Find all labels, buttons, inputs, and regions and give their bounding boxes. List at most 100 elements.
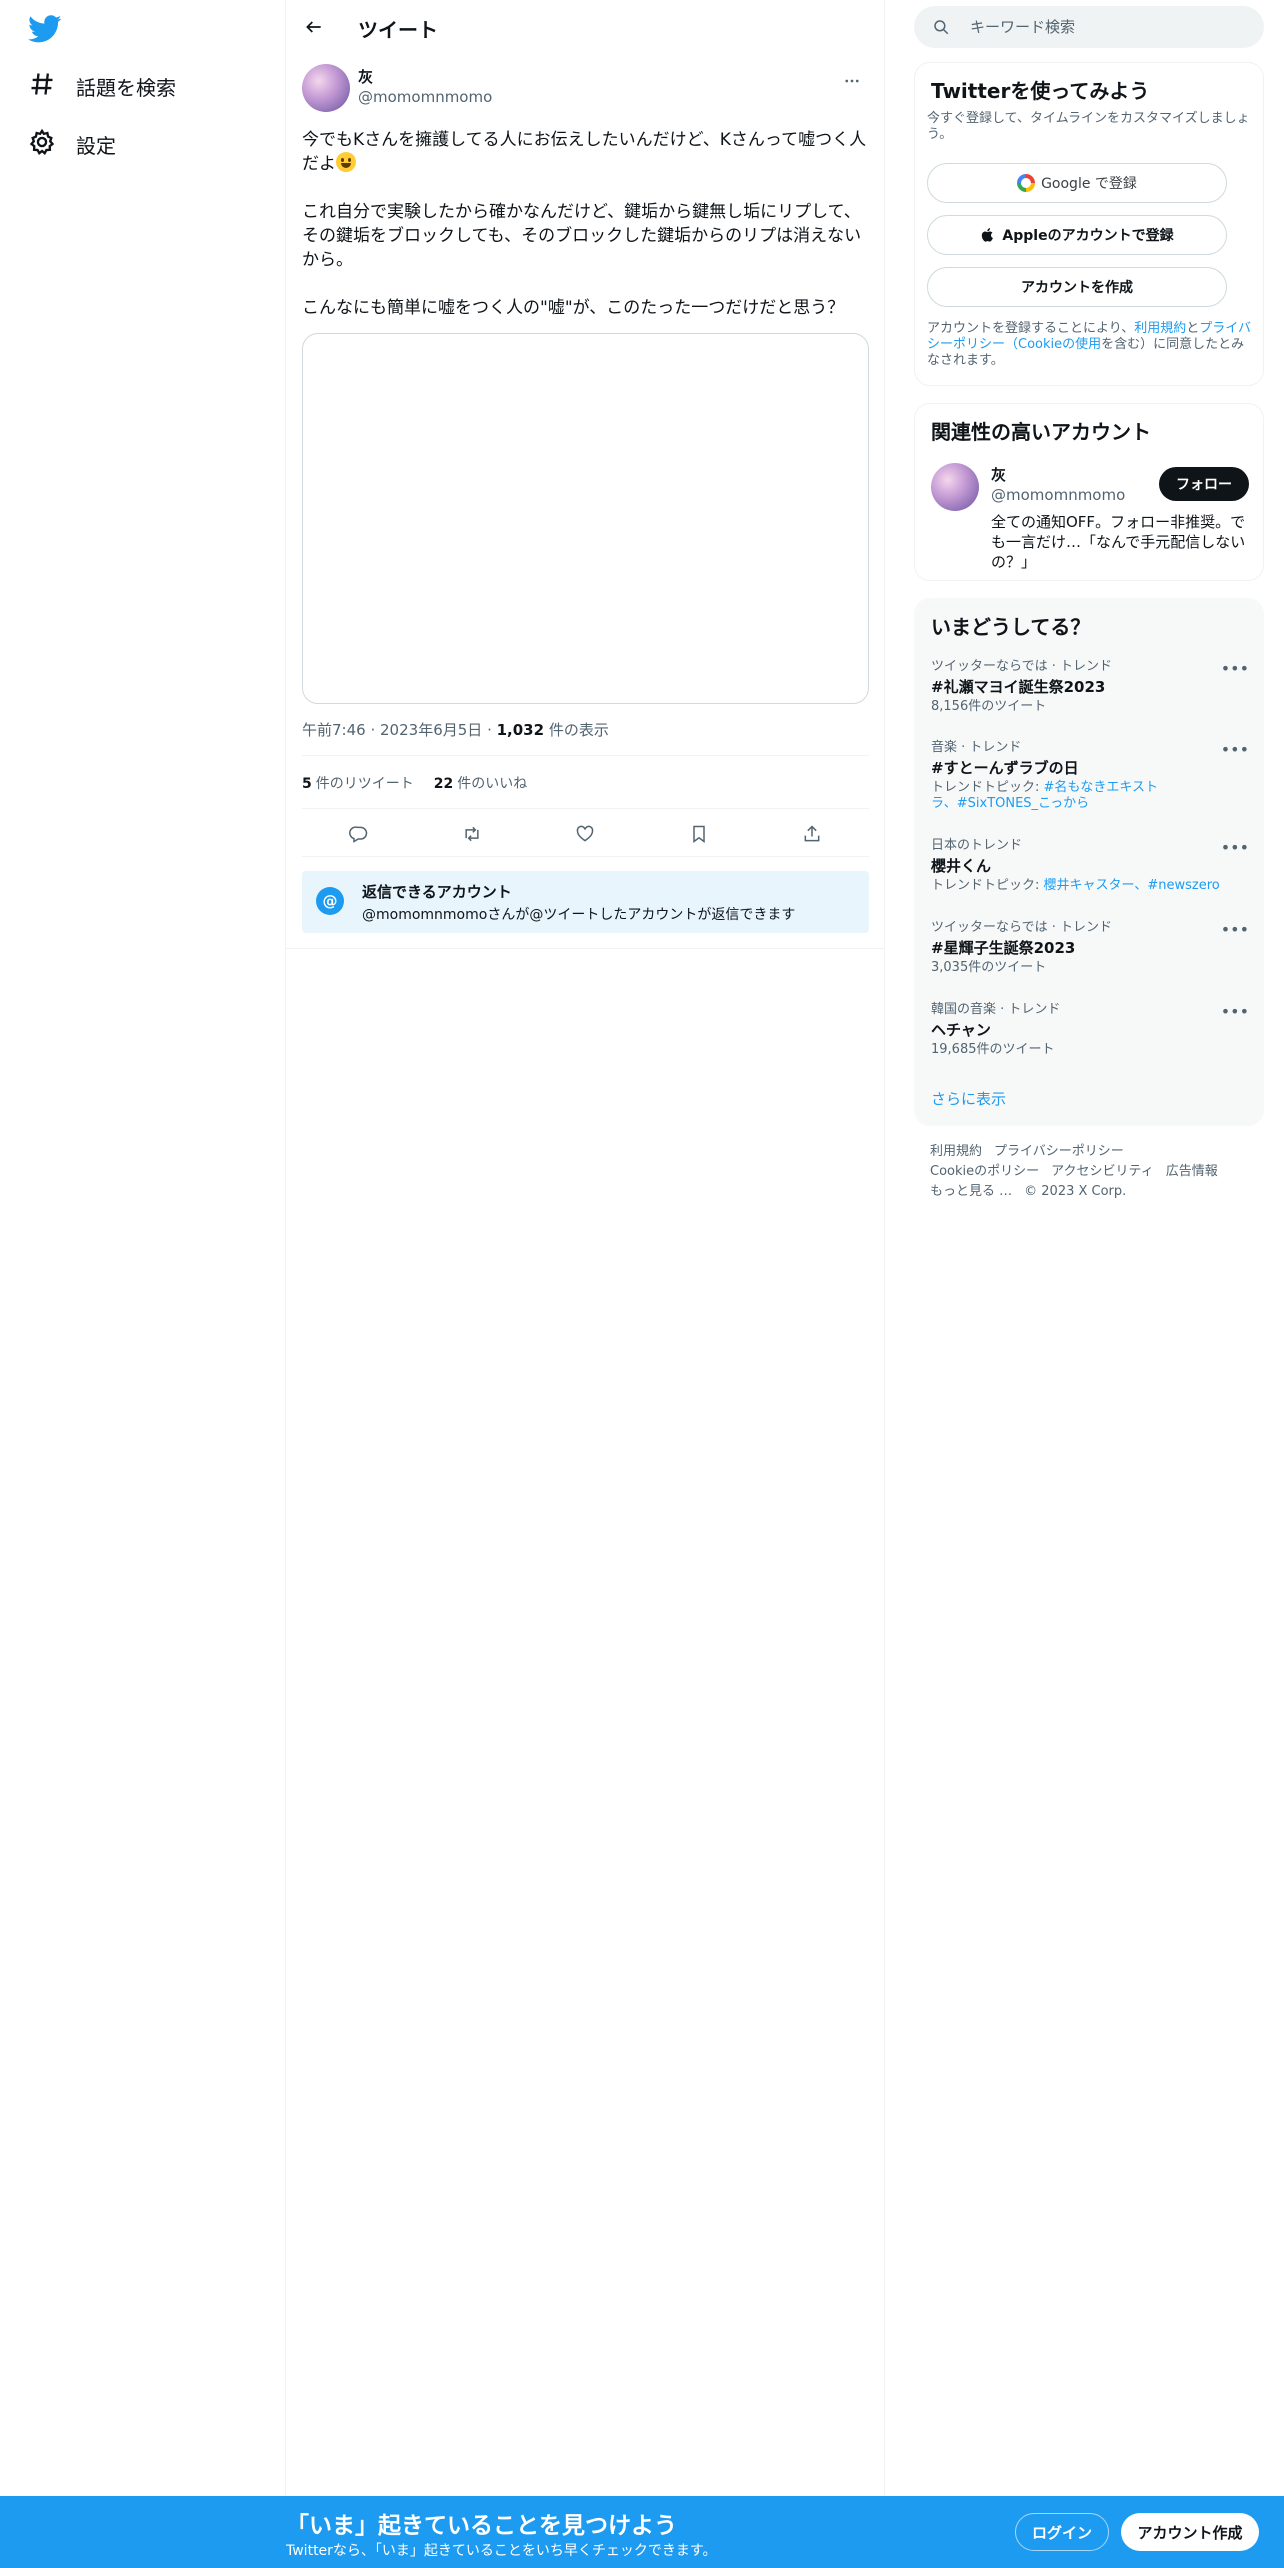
google-icon bbox=[1017, 174, 1036, 192]
terms-text: アカウントを登録することにより、 bbox=[927, 321, 1135, 336]
gear-icon bbox=[28, 128, 56, 161]
more-options-button[interactable] bbox=[835, 64, 869, 98]
banner-subtitle: Twitterなら、「いま」起きていることをいち早くチェックできます。 bbox=[286, 2543, 717, 2559]
reply-icon bbox=[348, 825, 367, 843]
search-input[interactable] bbox=[970, 6, 1250, 48]
show-more-link[interactable]: さらに表示 bbox=[931, 1088, 1006, 1109]
tweet-actions bbox=[302, 811, 869, 856]
tweet-paragraph-3: こんなにも簡単に嘘をつく人の"嘘"が、このたった一つだけだと思う？ bbox=[302, 298, 845, 318]
tweet-text: 今でもKさんを擁護してる人にお伝えしたいんだけど、Kさんって嘘つく人だよ これ自… bbox=[302, 128, 869, 344]
apple-signup-button[interactable]: Appleのアカウントで登録 bbox=[927, 215, 1227, 255]
author-handle[interactable]: @momomnmomo bbox=[358, 88, 492, 106]
signup-card: Twitterを使ってみよう 今すぐ登録して、タイムラインをカスタマイズしましょ… bbox=[914, 62, 1264, 386]
retweets-label: 件のリツイート bbox=[315, 776, 414, 792]
divider bbox=[302, 755, 869, 756]
trend-category: 音楽 · トレンド bbox=[931, 740, 1022, 755]
trend-item[interactable]: ツイッターならでは · トレンド #星輝子生誕祭2023 3,035件のツイート… bbox=[931, 920, 1249, 976]
ellipsis-icon[interactable]: ••• bbox=[1221, 838, 1249, 857]
arrow-left-icon bbox=[306, 21, 321, 33]
trend-item[interactable]: 韓国の音楽 · トレンド ヘチャン 19,685件のツイート ••• bbox=[931, 1002, 1249, 1058]
retweets-count: 5 bbox=[302, 776, 312, 792]
trend-category: ツイッターならでは · トレンド bbox=[931, 659, 1113, 674]
trend-tweet-count: 3,035件のツイート bbox=[931, 960, 1047, 975]
avatar[interactable] bbox=[302, 64, 350, 112]
twitter-bird-icon[interactable] bbox=[28, 12, 62, 46]
trend-name: #星輝子生誕祭2023 bbox=[931, 939, 1076, 957]
tweet-time[interactable]: 午前7:46 bbox=[302, 721, 366, 739]
banner-title: 「いま」起きていることを見つけよう bbox=[286, 2513, 677, 2539]
copyright: © 2023 X Corp. bbox=[1024, 1184, 1127, 1199]
related-account-bio: 全ての通知OFF。フォロー非推奨。でも一言だけ…「なんで手元配信しないの？」 bbox=[991, 513, 1246, 571]
related-account-handle[interactable]: @momomnmomo bbox=[991, 486, 1125, 504]
like-icon bbox=[577, 825, 594, 842]
trend-category: 日本のトレンド bbox=[931, 838, 1023, 853]
footer-cookie-link[interactable]: Cookieのポリシー bbox=[930, 1164, 1039, 1179]
hashtag-icon bbox=[28, 70, 56, 103]
retweet-button[interactable] bbox=[454, 816, 490, 852]
related-account-name[interactable]: 灰 bbox=[991, 464, 1006, 485]
ellipsis-icon[interactable]: ••• bbox=[1221, 1002, 1249, 1021]
trend-item[interactable]: 日本のトレンド 櫻井くん トレンドトピック: 櫻井キャスター、#newszero… bbox=[931, 838, 1249, 894]
footer-terms-link[interactable]: 利用規約 bbox=[930, 1144, 982, 1159]
ellipsis-icon[interactable]: ••• bbox=[1221, 920, 1249, 939]
ellipsis-icon[interactable]: ••• bbox=[1221, 740, 1249, 759]
footer-privacy-link[interactable]: プライバシーポリシー bbox=[994, 1144, 1124, 1159]
nav-explore[interactable]: 話題を検索 bbox=[28, 70, 176, 103]
create-account-label: アカウントを作成 bbox=[1021, 280, 1133, 296]
trend-item[interactable]: ツイッターならでは · トレンド #礼瀬マヨイ誕生祭2023 8,156件のツイ… bbox=[931, 659, 1249, 715]
footer-accessibility-link[interactable]: アクセシビリティ bbox=[1051, 1164, 1154, 1179]
views-count: 1,032 bbox=[496, 721, 545, 739]
nav-settings-label: 設定 bbox=[76, 134, 116, 158]
ellipsis-icon bbox=[845, 79, 859, 83]
trend-tweet-count: 8,156件のツイート bbox=[931, 699, 1047, 714]
grinning-face-emoji-icon bbox=[336, 152, 356, 172]
divider bbox=[286, 948, 885, 949]
google-signup-label: Google で登録 bbox=[1041, 176, 1137, 192]
tweet-paragraph-2: これ自分で実験したから確かなんだけど、鍵垢から鍵無し垢にリプして、その鍵垢をブロ… bbox=[302, 202, 862, 270]
trend-name: ヘチャン bbox=[931, 1021, 991, 1039]
retweets-stat[interactable]: 5 件のリツイート bbox=[302, 773, 414, 793]
login-button[interactable]: ログイン bbox=[1015, 2513, 1109, 2551]
retweet-icon bbox=[465, 826, 479, 841]
trend-item[interactable]: 音楽 · トレンド #すとーんずラブの日 トレンドトピック: #名もなきエキスト… bbox=[931, 740, 1249, 812]
author-name[interactable]: 灰 bbox=[358, 66, 373, 87]
avatar[interactable] bbox=[931, 463, 979, 511]
like-button[interactable] bbox=[567, 816, 603, 852]
left-sidebar: 話題を検索 設定 bbox=[0, 0, 286, 2568]
trend-topics-link[interactable]: 櫻井キャスター、#newszero bbox=[1044, 878, 1220, 893]
nav-explore-label: 話題を検索 bbox=[76, 76, 176, 100]
ellipsis-icon[interactable]: ••• bbox=[1221, 659, 1249, 678]
terms-link[interactable]: 利用規約 bbox=[1134, 321, 1186, 336]
create-account-button[interactable]: アカウントを作成 bbox=[927, 267, 1227, 307]
google-signup-button[interactable]: Google で登録 bbox=[927, 163, 1227, 203]
bookmark-button[interactable] bbox=[681, 816, 717, 852]
trend-topics: トレンドトピック: 櫻井キャスター、#newszero bbox=[931, 878, 1249, 894]
related-accounts-card: 関連性の高いアカウント 灰 @momomnmomo フォロー 全ての通知OFF。… bbox=[914, 403, 1264, 581]
tweet-media[interactable] bbox=[302, 333, 869, 704]
footer-links: 利用規約 プライバシーポリシー Cookieのポリシー アクセシビリティ 広告情報 も… bbox=[930, 1142, 1250, 1202]
back-button[interactable] bbox=[296, 9, 332, 45]
trend-topics-label: トレンドトピック: bbox=[931, 878, 1044, 893]
reply-restriction-notice: @ 返信できるアカウント @momomnmomoさんが@ツイートしたアカウントが… bbox=[302, 871, 869, 933]
footer-more-link[interactable]: もっと見る … bbox=[930, 1184, 1012, 1199]
search-bar[interactable] bbox=[914, 6, 1264, 48]
search-icon bbox=[934, 20, 949, 35]
divider bbox=[302, 856, 869, 857]
footer-ads-link[interactable]: 広告情報 bbox=[1166, 1164, 1218, 1179]
apple-icon bbox=[982, 228, 994, 242]
likes-count: 22 bbox=[433, 776, 454, 792]
tweet-date[interactable]: 2023年6月5日 bbox=[380, 721, 482, 739]
trend-topics: トレンドトピック: #名もなきエキストラ、#SixTONES_こっから bbox=[931, 780, 1171, 812]
tweet-author: 灰 @momomnmomo bbox=[302, 62, 869, 118]
follow-button[interactable]: フォロー bbox=[1159, 467, 1249, 501]
trend-name: #すとーんずラブの日 bbox=[931, 759, 1079, 777]
reply-button[interactable] bbox=[341, 816, 377, 852]
page: 話題を検索 設定 ツイート 灰 @momomnmomo 今でもKさんを擁護してる… bbox=[0, 0, 1284, 2568]
signup-button[interactable]: アカウント作成 bbox=[1121, 2513, 1259, 2551]
share-button[interactable] bbox=[794, 816, 830, 852]
tweet-meta: 午前7:46 · 2023年6月5日 · 1,032 件の表示 bbox=[302, 721, 609, 739]
signup-subtitle: 今すぐ登録して、タイムラインをカスタマイズしましょう。 bbox=[927, 111, 1250, 142]
page-title: ツイート bbox=[358, 18, 438, 42]
likes-stat[interactable]: 22 件のいいね bbox=[434, 773, 527, 793]
nav-settings[interactable]: 設定 bbox=[28, 128, 116, 161]
